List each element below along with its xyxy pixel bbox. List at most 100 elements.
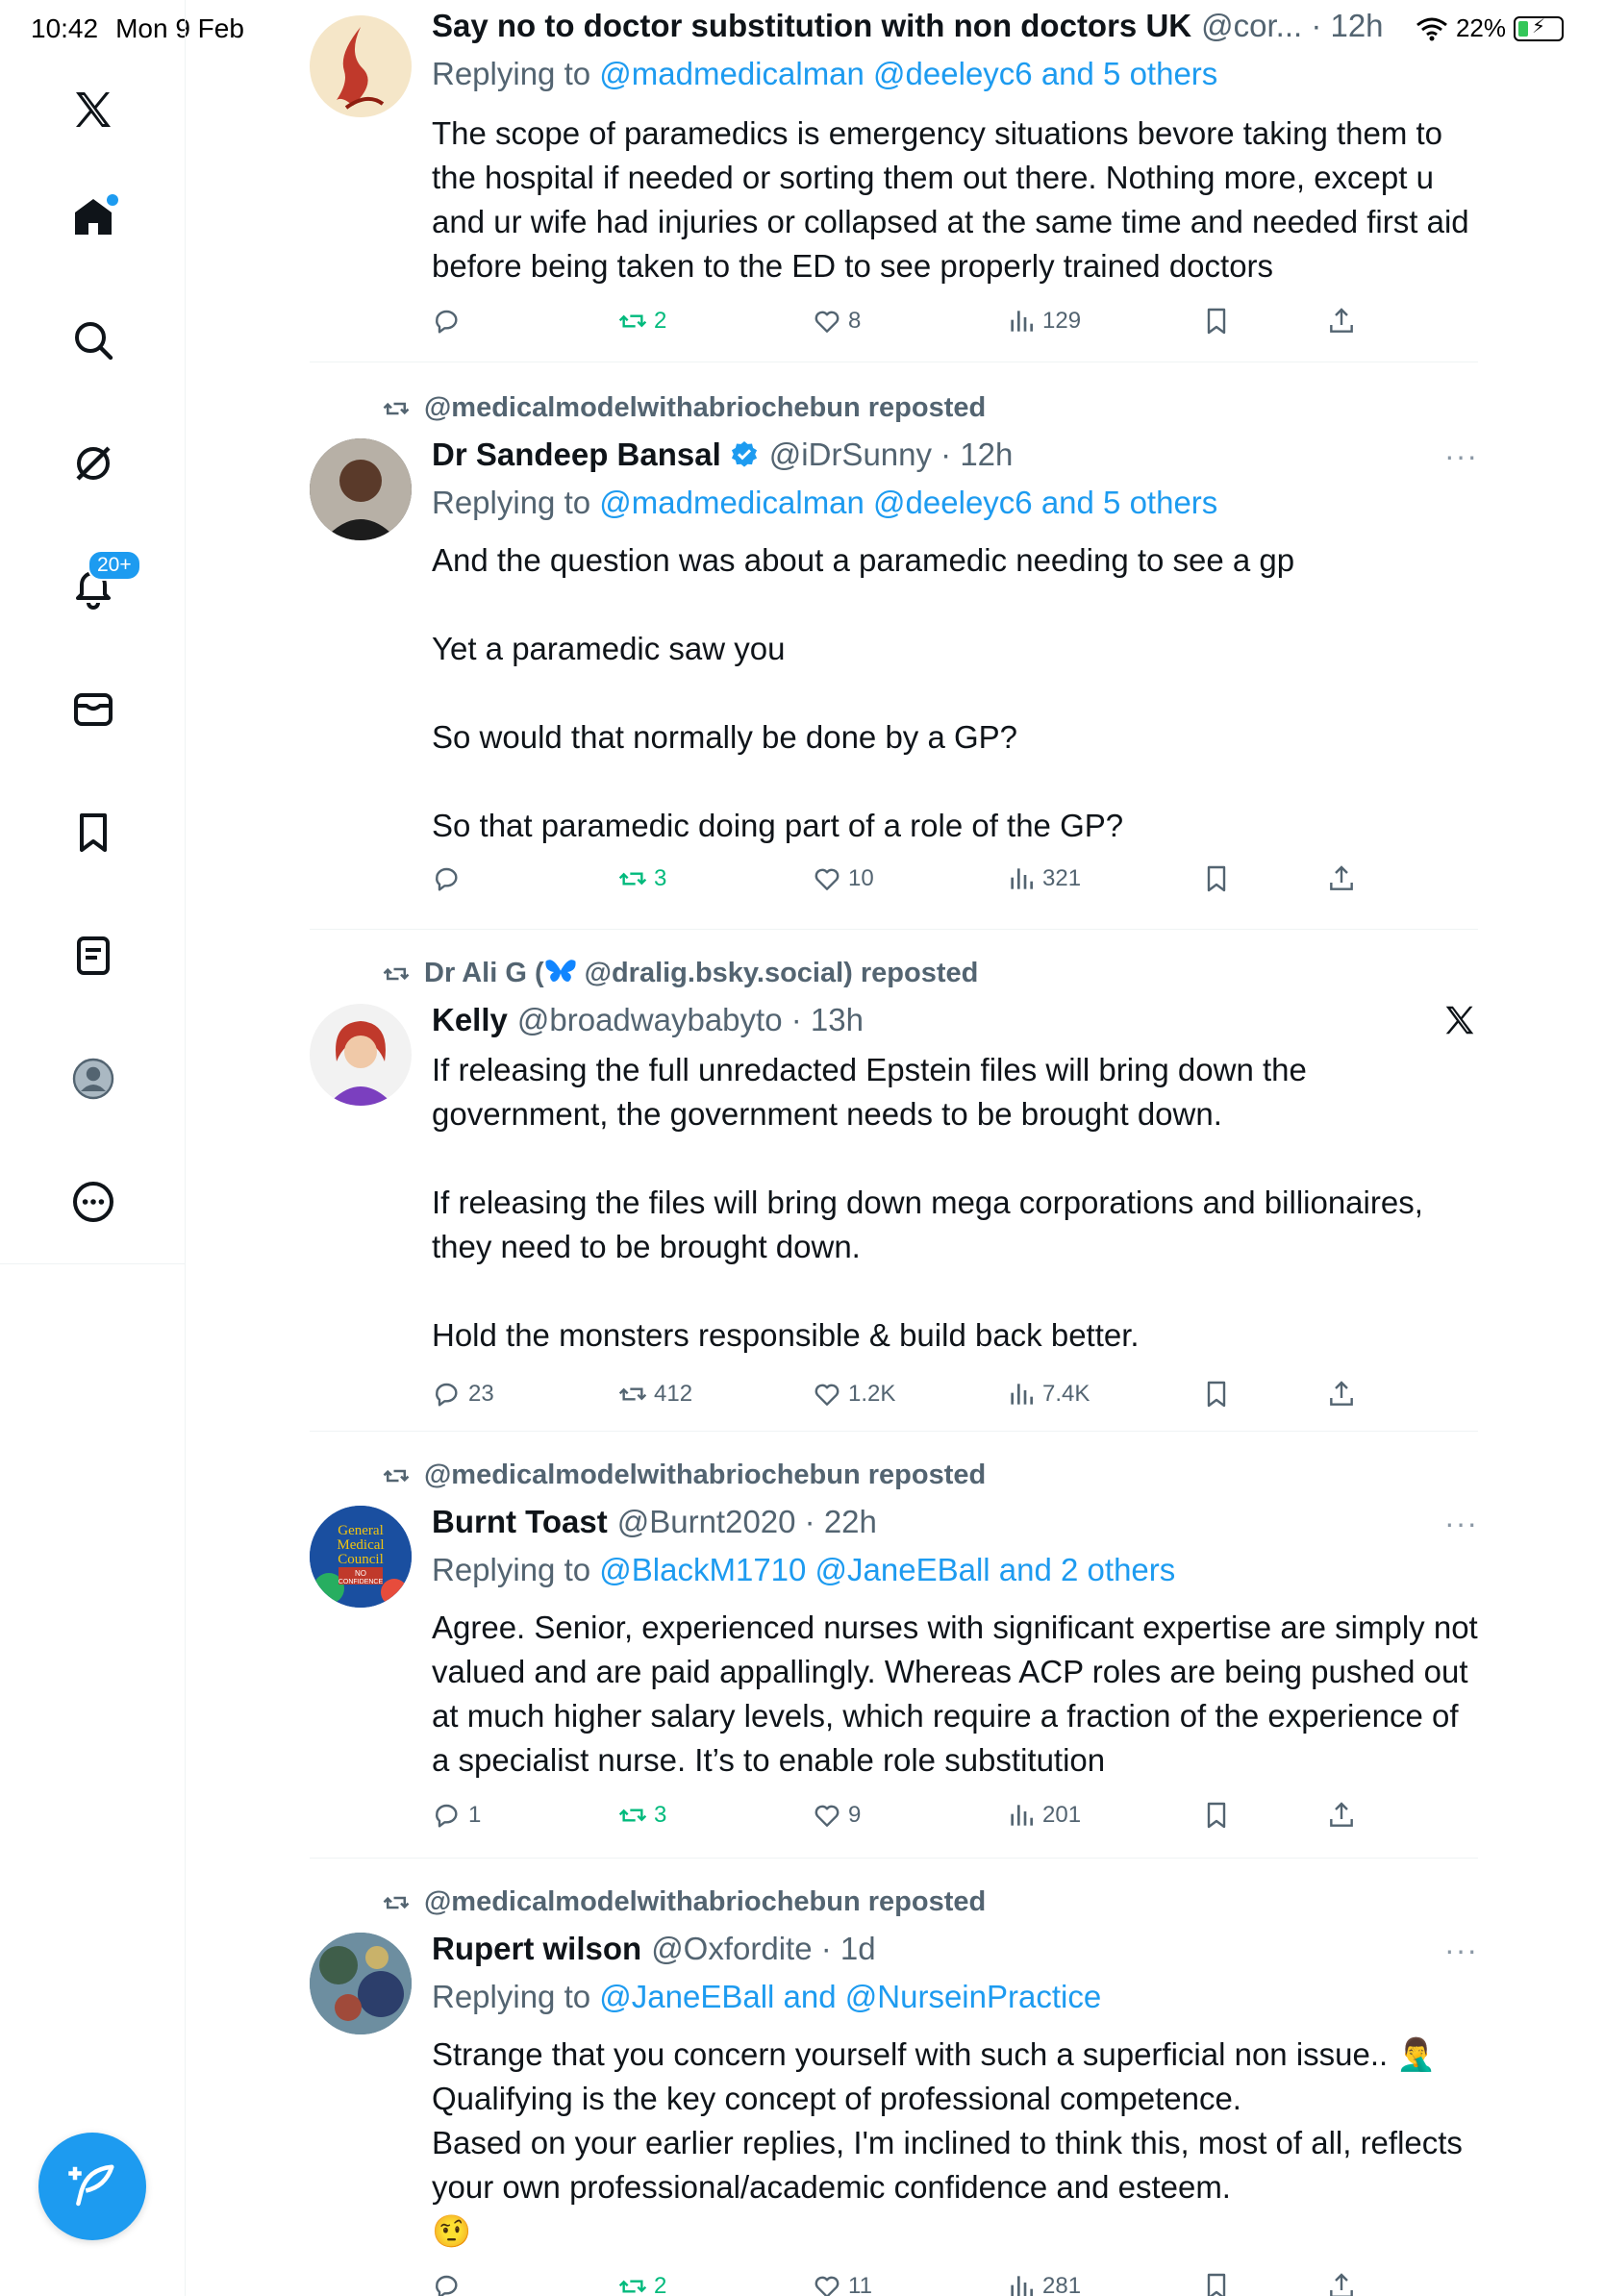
post-text-line <box>432 1269 1480 1313</box>
x-logo-icon[interactable] <box>68 85 118 135</box>
post-text: The scope of paramedics is emergency sit… <box>432 115 1469 284</box>
repost-small-icon <box>383 1896 410 1909</box>
views-button[interactable]: 201 <box>1006 1800 1081 1831</box>
post-more-button[interactable]: ··· <box>1444 1933 1478 1968</box>
post-more-button[interactable]: ··· <box>1444 438 1478 474</box>
battery-percent: 22% <box>1455 13 1506 42</box>
bookmark-button[interactable] <box>1201 2271 1232 2296</box>
repost-attribution-text[interactable]: @medicalmodelwithabriochebun reposted <box>424 1886 986 1918</box>
reply-icon <box>436 1804 458 1828</box>
butterfly-icon <box>545 960 576 982</box>
post-text-line: Yet a paramedic saw you <box>432 631 786 666</box>
views-button[interactable]: 129 <box>1006 306 1081 337</box>
repost-button[interactable]: 3 <box>617 1800 666 1831</box>
author-handle[interactable]: @Burnt2020 · 22h <box>617 1504 877 1540</box>
nav-grok[interactable] <box>68 438 118 488</box>
author-handle[interactable]: @cor... · 12h <box>1201 8 1383 44</box>
repost-button[interactable]: 3 <box>617 863 666 894</box>
post-more-button[interactable]: ··· <box>1444 1506 1478 1541</box>
repost-attribution-text[interactable]: @medicalmodelwithabriochebun reposted <box>424 392 986 424</box>
compose-post-button[interactable] <box>38 2133 146 2240</box>
bookmark-button[interactable] <box>1201 863 1232 894</box>
share-icon <box>1330 865 1353 890</box>
repost-attribution: Dr Ali G ( @dralig.bsky.social) reposted <box>382 958 978 989</box>
like-button[interactable]: 10 <box>812 863 874 894</box>
avatar[interactable]: General Medical Council NO CONFIDENCE <box>310 1506 412 1608</box>
avatar[interactable] <box>310 1004 412 1106</box>
nav-search[interactable] <box>68 315 118 365</box>
author-handle[interactable]: @broadwaybabyto · 13h <box>517 1002 864 1038</box>
post-header: Rupert wilson @Oxfordite · 1d <box>432 1931 876 1967</box>
avatar[interactable] <box>310 15 412 117</box>
reply-button[interactable]: 1 <box>432 1800 481 1831</box>
avatar[interactable] <box>310 1933 412 2034</box>
share-icon <box>1330 1381 1353 1406</box>
author-name[interactable]: Burnt Toast <box>432 1504 608 1540</box>
views-button[interactable]: 281 <box>1006 2271 1081 2296</box>
author-name[interactable]: Say no to doctor substitution with non d… <box>432 8 1191 44</box>
charging-icon: ⚡ <box>1531 15 1546 37</box>
author-name[interactable]: Rupert wilson <box>432 1931 641 1967</box>
avatar[interactable] <box>310 438 412 540</box>
nav-messages[interactable] <box>68 685 118 735</box>
sidebar-divider <box>0 1263 186 1264</box>
repost-button[interactable]: 2 <box>617 2271 666 2296</box>
repost-button[interactable]: 2 <box>617 306 666 337</box>
post-actions: 2 8 129 <box>432 306 1393 344</box>
nav-lists[interactable] <box>68 931 118 981</box>
reply-button[interactable] <box>432 863 468 894</box>
bookmark-button[interactable] <box>1201 1800 1232 1831</box>
repost-attribution-text[interactable]: @medicalmodelwithabriochebun reposted <box>424 1460 986 1491</box>
heart-icon <box>815 1384 840 1406</box>
repost-count: 2 <box>654 2273 667 2296</box>
heart-icon <box>815 2276 840 2296</box>
bookmark-button[interactable] <box>1201 306 1232 337</box>
nav-notifications[interactable]: 20+ <box>68 550 141 611</box>
like-button[interactable]: 1.2K <box>812 1379 895 1410</box>
like-button[interactable]: 8 <box>812 306 861 337</box>
replying-to-links[interactable]: @JaneEBall and @NurseinPractice <box>599 1979 1101 2014</box>
repost-button[interactable]: 412 <box>617 1379 692 1410</box>
like-button[interactable]: 9 <box>812 1800 861 1831</box>
reply-button[interactable]: 23 <box>432 1379 494 1410</box>
author-handle[interactable]: @Oxfordite · 1d <box>651 1931 875 1967</box>
author-handle[interactable]: @iDrSunny · 12h <box>769 437 1014 473</box>
nav-more[interactable] <box>68 1177 118 1227</box>
post-body[interactable]: And the question was about a paramedic n… <box>432 538 1480 848</box>
nav-profile[interactable] <box>68 1054 118 1104</box>
reply-button[interactable] <box>432 2271 468 2296</box>
share-button[interactable] <box>1326 2271 1357 2296</box>
post-divider <box>310 1431 1478 1432</box>
post-text-line: Hold the monsters responsible & build ba… <box>432 1317 1140 1353</box>
post-body[interactable]: If releasing the full unredacted Epstein… <box>432 1048 1480 1358</box>
share-button[interactable] <box>1326 1800 1357 1831</box>
replying-to-links[interactable]: @madmedicalman @deeleyc6 and 5 others <box>599 56 1217 91</box>
post-body[interactable]: Agree. Senior, experienced nurses with s… <box>432 1606 1480 1783</box>
share-button[interactable] <box>1326 306 1357 337</box>
x-logo-icon[interactable] <box>1441 1002 1478 1043</box>
views-button[interactable]: 321 <box>1006 863 1081 894</box>
reply-icon <box>436 1383 458 1407</box>
replying-to-links[interactable]: @madmedicalman @deeleyc6 and 5 others <box>599 485 1217 520</box>
reply-button[interactable] <box>432 306 468 337</box>
post-body[interactable]: Strange that you concern yourself with s… <box>432 2033 1480 2254</box>
views-count: 201 <box>1042 1802 1082 1828</box>
views-button[interactable]: 7.4K <box>1006 1379 1090 1410</box>
share-button[interactable] <box>1326 863 1357 894</box>
heart-icon <box>815 1805 840 1827</box>
reply-icon <box>436 310 458 334</box>
repost-attribution-text[interactable]: Dr Ali G ( @dralig.bsky.social) reposted <box>424 958 978 989</box>
repost-count: 3 <box>654 1802 667 1828</box>
post-body[interactable]: The scope of paramedics is emergency sit… <box>432 112 1480 288</box>
bookmark-button[interactable] <box>1201 1379 1232 1410</box>
like-button[interactable]: 11 <box>812 2271 872 2296</box>
author-name[interactable]: Kelly <box>432 1002 508 1038</box>
nav-home[interactable] <box>68 192 118 242</box>
share-button[interactable] <box>1326 1379 1357 1410</box>
bookmark-icon <box>1207 308 1226 335</box>
replying-to-links[interactable]: @BlackM1710 @JaneEBall and 2 others <box>599 1552 1175 1587</box>
post-divider <box>310 1858 1478 1859</box>
author-name[interactable]: Dr Sandeep Bansal <box>432 437 721 473</box>
post-text-line <box>432 760 1480 804</box>
nav-bookmarks[interactable] <box>68 808 118 858</box>
